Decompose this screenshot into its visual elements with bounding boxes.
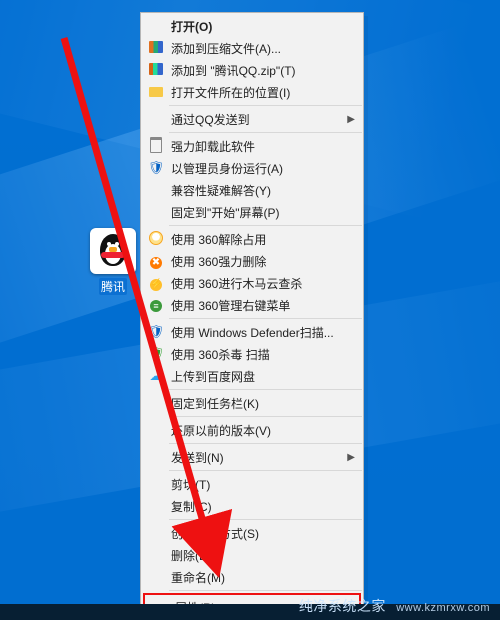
folder-icon [147,85,165,99]
menu-pin-to-taskbar[interactable]: 固定到任务栏(K) [141,392,363,414]
menu-separator [169,470,362,471]
menu-manage-icon: ≡ [147,298,165,312]
menu-separator [169,389,362,390]
menu-restore-previous[interactable]: 还原以前的版本(V) [141,419,363,441]
menu-separator [169,132,362,133]
menu-copy[interactable]: 复制(C) [141,495,363,517]
menu-separator [169,318,362,319]
desktop: 腾讯 打开(O) 添加到压缩文件(A)... 添加到 "腾讯QQ.zip"(T)… [0,0,500,620]
cloud-icon: ☁ [147,368,165,384]
menu-360-antivirus-scan[interactable]: 🛡使用 360杀毒 扫描 [141,343,363,365]
shield-icon: 🛡 [147,160,165,176]
menu-open[interactable]: 打开(O) [141,15,363,37]
chevron-right-icon: ▶ [347,452,355,463]
unlock-icon [147,231,165,248]
delete-icon: ✖ [147,254,165,269]
desktop-icon-label: 腾讯 [99,278,127,295]
menu-360-trojan-scan[interactable]: ⚡使用 360进行木马云查杀 [141,272,363,294]
menu-360-unlock[interactable]: 使用 360解除占用 [141,228,363,250]
menu-qq-send-to[interactable]: 通过QQ发送到▶ [141,108,363,130]
menu-compat-troubleshoot[interactable]: 兼容性疑难解答(Y) [141,179,363,201]
menu-run-as-admin[interactable]: 🛡以管理员身份运行(A) [141,157,363,179]
menu-windows-defender-scan[interactable]: 🛡使用 Windows Defender扫描... [141,321,363,343]
menu-360-context-menu[interactable]: ≡使用 360管理右键菜单 [141,294,363,316]
menu-separator [169,519,362,520]
menu-separator [169,590,362,591]
menu-add-to-zip[interactable]: 添加到 "腾讯QQ.zip"(T) [141,59,363,81]
archive-icon [147,41,165,56]
menu-add-to-archive[interactable]: 添加到压缩文件(A)... [141,37,363,59]
menu-cut[interactable]: 剪切(T) [141,473,363,495]
menu-360-force-delete[interactable]: ✖使用 360强力删除 [141,250,363,272]
menu-pin-to-start[interactable]: 固定到"开始"屏幕(P) [141,201,363,223]
watermark: 纯净系统之家 www.kzmrxw.com [299,596,490,616]
menu-send-to[interactable]: 发送到(N)▶ [141,446,363,468]
menu-separator [169,105,362,106]
antivirus-icon: 🛡 [147,346,165,362]
menu-create-shortcut[interactable]: 创建快捷方式(S) [141,522,363,544]
menu-upload-baidu[interactable]: ☁上传到百度网盘 [141,365,363,387]
desktop-icon-qq[interactable]: 腾讯 [78,228,148,295]
menu-force-uninstall[interactable]: 强力卸载此软件 [141,135,363,157]
trash-icon [147,137,165,156]
menu-open-file-location[interactable]: 打开文件所在的位置(I) [141,81,363,103]
qq-icon [90,228,136,274]
archive-icon [147,63,165,78]
defender-icon: 🛡 [147,324,165,340]
scan-icon: ⚡ [147,276,165,291]
watermark-domain: www.kzmrxw.com [396,602,490,614]
watermark-brand: 纯净系统之家 [299,598,386,614]
context-menu: 打开(O) 添加到压缩文件(A)... 添加到 "腾讯QQ.zip"(T) 打开… [140,12,364,620]
menu-separator [169,225,362,226]
menu-delete[interactable]: 删除(D) [141,544,363,566]
menu-separator [169,443,362,444]
chevron-right-icon: ▶ [347,114,355,125]
menu-separator [169,416,362,417]
menu-rename[interactable]: 重命名(M) [141,566,363,588]
